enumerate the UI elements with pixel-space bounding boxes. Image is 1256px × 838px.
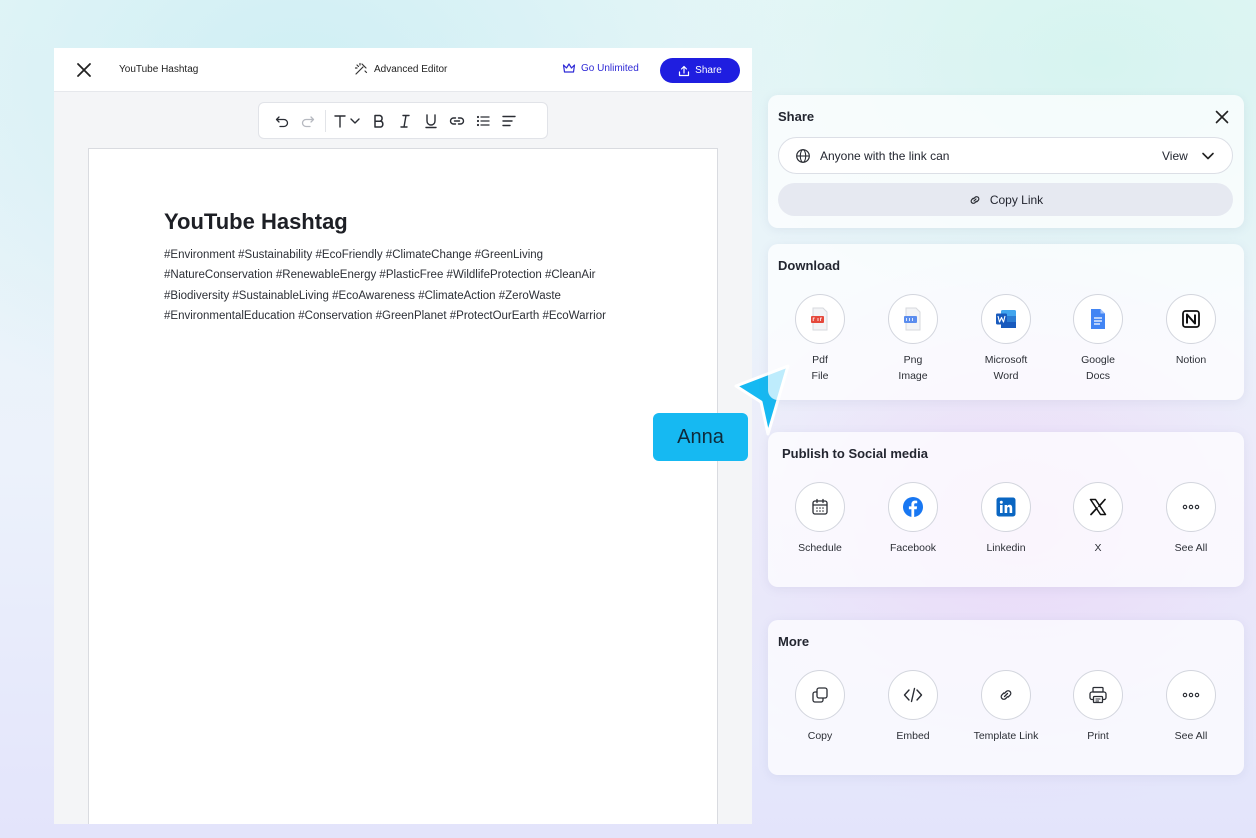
more-see-all-button[interactable]: See All <box>1146 670 1236 744</box>
template-link-button[interactable]: Template Link <box>961 670 1051 744</box>
linkedin-icon <box>981 482 1031 532</box>
google-docs-icon <box>1073 294 1123 344</box>
advanced-editor-button[interactable]: Advanced Editor <box>354 62 447 76</box>
copy-link-button[interactable]: Copy Link <box>778 183 1233 216</box>
png-image-icon <box>888 294 938 344</box>
document-line: #EnvironmentalEducation #Conservation #G… <box>164 309 606 322</box>
download-option-label: Png Image <box>898 354 928 382</box>
download-google-docs-button[interactable]: Google Docs <box>1053 294 1143 384</box>
more-option-label: Template Link <box>973 730 1039 742</box>
copy-button[interactable]: Copy <box>775 670 865 744</box>
text-style-icon[interactable] <box>330 108 366 134</box>
document-heading[interactable]: YouTube Hashtag <box>164 209 348 235</box>
undo-icon[interactable] <box>269 108 295 134</box>
print-button[interactable]: Print <box>1053 670 1143 744</box>
underline-icon[interactable] <box>418 108 444 134</box>
download-word-button[interactable]: Microsoft Word <box>961 294 1051 384</box>
crown-icon <box>562 63 576 73</box>
more-option-label: Copy <box>807 730 833 742</box>
share-button[interactable]: Share <box>660 58 740 83</box>
calendar-icon <box>795 482 845 532</box>
upload-icon <box>679 65 690 76</box>
go-unlimited-label: Go Unlimited <box>581 62 639 74</box>
download-option-label: Notion <box>1175 354 1207 366</box>
more-icon <box>1166 482 1216 532</box>
more-option-label: Print <box>1087 730 1109 742</box>
bold-icon[interactable] <box>366 108 392 134</box>
notion-icon <box>1166 294 1216 344</box>
share-button-label: Share <box>695 65 722 76</box>
document-line: #Environment #Sustainability #EcoFriendl… <box>164 249 544 261</box>
word-icon <box>981 294 1031 344</box>
more-panel: More Copy Embed Template Link Print See … <box>768 620 1244 775</box>
download-option-label: Pdf File <box>811 354 829 382</box>
link-icon <box>981 670 1031 720</box>
facebook-icon <box>888 482 938 532</box>
link-access-role[interactable]: View <box>1162 149 1188 163</box>
more-panel-title: More <box>778 634 810 649</box>
download-notion-button[interactable]: Notion <box>1146 294 1236 368</box>
document-page[interactable]: YouTube Hashtag #Environment #Sustainabi… <box>88 148 718 824</box>
social-option-label: X <box>1094 542 1102 554</box>
bullet-list-icon[interactable] <box>470 108 496 134</box>
share-panel: Share Anyone with the link can View Copy… <box>768 95 1244 228</box>
x-icon <box>1073 482 1123 532</box>
copy-icon <box>795 670 845 720</box>
download-option-label: Google Docs <box>1081 354 1115 382</box>
share-panel-title: Share <box>778 109 815 124</box>
x-button[interactable]: X <box>1053 482 1143 556</box>
more-option-label: Embed <box>896 730 930 742</box>
italic-icon[interactable] <box>392 108 418 134</box>
link-icon <box>970 195 980 204</box>
chevron-down-icon[interactable] <box>1200 149 1216 163</box>
social-option-label: See All <box>1174 542 1208 554</box>
link-access-text: Anyone with the link can <box>820 148 950 163</box>
close-icon[interactable] <box>1212 107 1232 127</box>
schedule-button[interactable]: Schedule <box>775 482 865 556</box>
embed-button[interactable]: Embed <box>868 670 958 744</box>
link-icon[interactable] <box>444 108 470 134</box>
document-line: #Biodiversity #SustainableLiving #EcoAwa… <box>164 289 561 302</box>
copy-link-label: Copy Link <box>989 192 1044 207</box>
collaborator-name-tag: Anna <box>653 413 748 461</box>
go-unlimited-button[interactable]: Go Unlimited <box>562 62 639 74</box>
toolbar-divider <box>325 109 326 132</box>
editor-topbar: YouTube Hashtag Advanced Editor Go Unlim… <box>54 48 752 92</box>
social-media-panel: Publish to Social media Schedule Faceboo… <box>768 432 1244 587</box>
more-icon <box>1166 670 1216 720</box>
facebook-button[interactable]: Facebook <box>868 482 958 556</box>
document-title-label: YouTube Hashtag <box>119 64 199 75</box>
download-panel: Download Pdf File Png Image Microsoft Wo… <box>768 244 1244 400</box>
document-body[interactable]: #Environment #Sustainability #EcoFriendl… <box>164 245 664 326</box>
close-icon[interactable] <box>74 60 94 80</box>
download-option-label: Microsoft Word <box>984 354 1028 382</box>
document-line: #NatureConservation #RenewableEnergy #Pl… <box>164 269 596 282</box>
pdf-file-icon <box>795 294 845 344</box>
align-icon[interactable] <box>496 108 522 134</box>
printer-icon <box>1073 670 1123 720</box>
download-png-button[interactable]: Png Image <box>868 294 958 384</box>
embed-icon <box>888 670 938 720</box>
magic-wand-icon <box>354 62 368 75</box>
more-option-label: See All <box>1174 730 1208 742</box>
social-panel-title: Publish to Social media <box>782 446 928 461</box>
social-option-label: Linkedin <box>986 542 1026 554</box>
social-option-label: Schedule <box>798 542 842 554</box>
download-panel-title: Download <box>778 258 841 273</box>
social-see-all-button[interactable]: See All <box>1146 482 1236 556</box>
editor-window: YouTube Hashtag Advanced Editor Go Unlim… <box>54 48 752 824</box>
link-access-select[interactable]: Anyone with the link can View <box>778 137 1233 174</box>
download-pdf-button[interactable]: Pdf File <box>775 294 865 384</box>
globe-icon <box>796 148 810 163</box>
social-option-label: Facebook <box>889 542 937 554</box>
linkedin-button[interactable]: Linkedin <box>961 482 1051 556</box>
formatting-toolbar <box>258 102 548 139</box>
redo-icon[interactable] <box>295 108 321 134</box>
advanced-editor-label: Advanced Editor <box>374 63 448 75</box>
